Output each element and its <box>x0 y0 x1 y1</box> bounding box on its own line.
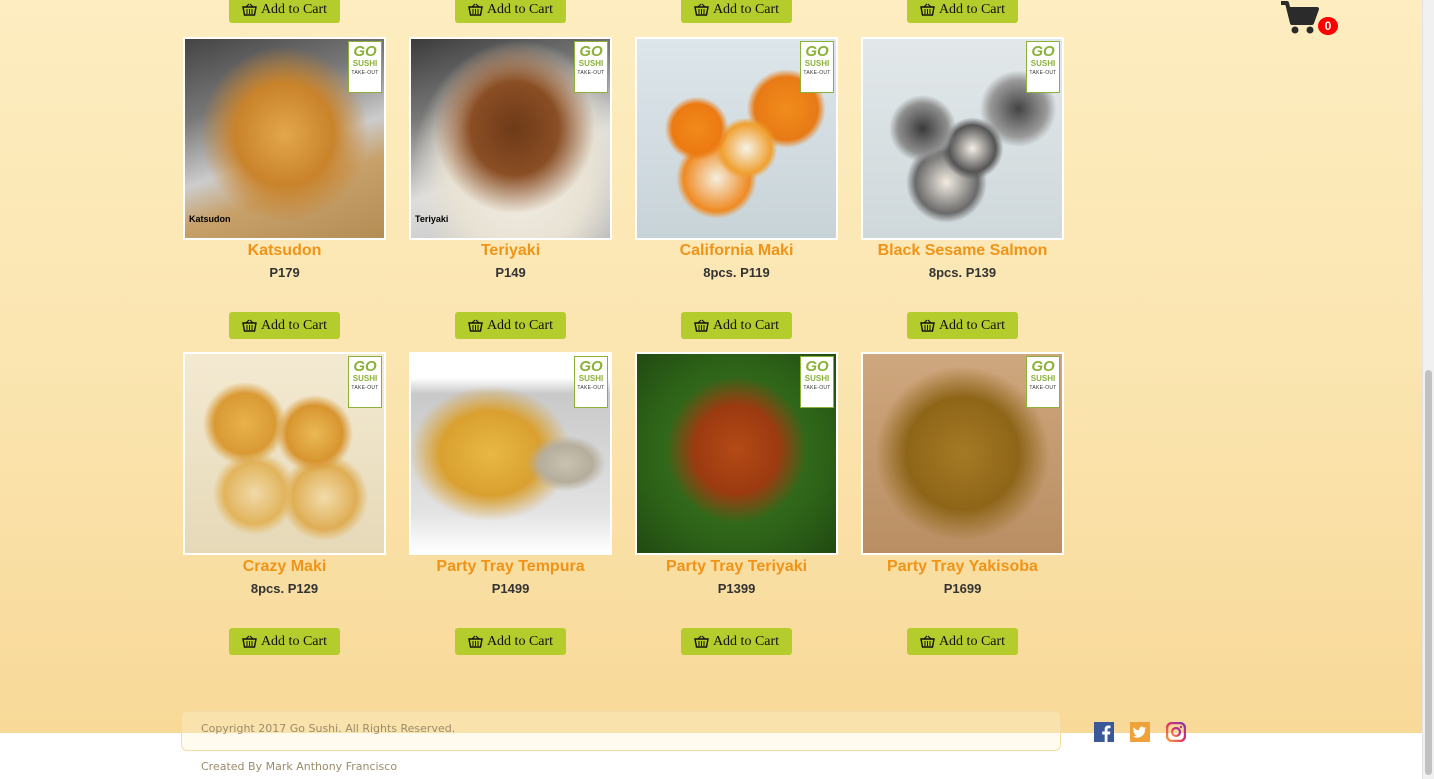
basket-icon <box>242 635 257 648</box>
product-image-party-tray-tempura[interactable]: GO SUSHI TAKE-OUT <box>409 352 612 555</box>
product-image-black-sesame-salmon[interactable]: GO SUSHI TAKE-OUT <box>861 37 1064 240</box>
basket-icon <box>694 319 709 332</box>
add-to-cart-button[interactable]: Add to Cart <box>681 628 792 655</box>
product-name[interactable]: Party Tray Yakisoba <box>861 558 1064 576</box>
go-sushi-logo: GO SUSHI TAKE-OUT <box>800 356 834 408</box>
product-image-party-tray-yakisoba[interactable]: GO SUSHI TAKE-OUT <box>861 352 1064 555</box>
product-price: 8pcs. P119 <box>703 265 770 280</box>
instagram-icon[interactable] <box>1166 722 1186 742</box>
facebook-icon[interactable] <box>1094 722 1114 742</box>
product-name[interactable]: Black Sesame Salmon <box>861 242 1064 260</box>
add-to-cart-button[interactable]: Add to Cart <box>229 628 340 655</box>
product-image-crazy-maki[interactable]: GO SUSHI TAKE-OUT <box>183 352 386 555</box>
product-image-party-tray-teriyaki[interactable]: GO SUSHI TAKE-OUT <box>635 352 838 555</box>
add-to-cart-label: Add to Cart <box>938 1 1006 17</box>
go-sushi-logo: GO SUSHI TAKE-OUT <box>348 41 382 93</box>
add-to-cart-label: Add to Cart <box>712 1 780 17</box>
go-sushi-logo: GO SUSHI TAKE-OUT <box>800 41 834 93</box>
add-to-cart-button[interactable]: Add to Cart <box>907 0 1018 23</box>
add-to-cart-label: Add to Cart <box>486 633 554 649</box>
product-name[interactable]: Crazy Maki <box>183 558 386 576</box>
product-name[interactable]: Teriyaki <box>409 242 612 260</box>
vertical-scrollbar[interactable] <box>1422 0 1434 779</box>
product-image-california-maki[interactable]: GO SUSHI TAKE-OUT <box>635 37 838 240</box>
product-name[interactable]: Party Tray Tempura <box>409 558 612 576</box>
product-price: P1499 <box>491 581 530 596</box>
scrollbar-thumb[interactable] <box>1425 370 1432 775</box>
add-to-cart-button[interactable]: Add to Cart <box>229 312 340 339</box>
cart-count-badge: 0 <box>1318 17 1338 35</box>
add-to-cart-button[interactable]: Add to Cart <box>229 0 340 23</box>
product-name[interactable]: Katsudon <box>183 242 386 260</box>
go-sushi-logo: GO SUSHI TAKE-OUT <box>348 356 382 408</box>
add-to-cart-label: Add to Cart <box>486 317 554 333</box>
go-sushi-logo: GO SUSHI TAKE-OUT <box>1026 41 1060 93</box>
product-name[interactable]: California Maki <box>635 242 838 260</box>
product-price: P149 <box>495 265 526 280</box>
product-name[interactable]: Party Tray Teriyaki <box>635 558 838 576</box>
add-to-cart-label: Add to Cart <box>938 633 1006 649</box>
add-to-cart-button[interactable]: Add to Cart <box>455 312 566 339</box>
go-sushi-logo: GO SUSHI TAKE-OUT <box>574 356 608 408</box>
add-to-cart-button[interactable]: Add to Cart <box>455 628 566 655</box>
add-to-cart-button[interactable]: Add to Cart <box>907 628 1018 655</box>
image-caption: Katsudon <box>189 214 231 224</box>
basket-icon <box>694 3 709 16</box>
add-to-cart-button[interactable]: Add to Cart <box>681 0 792 23</box>
add-to-cart-button[interactable]: Add to Cart <box>907 312 1018 339</box>
basket-icon <box>242 319 257 332</box>
basket-icon <box>242 3 257 16</box>
cart[interactable]: 0 <box>1280 0 1340 36</box>
product-image-teriyaki[interactable]: GO SUSHI TAKE-OUT Teriyaki <box>409 37 612 240</box>
add-to-cart-label: Add to Cart <box>938 317 1006 333</box>
basket-icon <box>694 635 709 648</box>
basket-icon <box>920 319 935 332</box>
twitter-icon[interactable] <box>1130 722 1150 742</box>
product-image-katsudon[interactable]: GO SUSHI TAKE-OUT Katsudon <box>183 37 386 240</box>
add-to-cart-button[interactable]: Add to Cart <box>455 0 566 23</box>
add-to-cart-button[interactable]: Add to Cart <box>681 312 792 339</box>
product-price: P1399 <box>717 581 756 596</box>
creator-credit: Created By Mark Anthony Francisco <box>201 760 398 773</box>
basket-icon <box>920 3 935 16</box>
product-price: 8pcs. P129 <box>250 581 319 596</box>
add-to-cart-label: Add to Cart <box>486 1 554 17</box>
product-price: 8pcs. P139 <box>928 265 997 280</box>
add-to-cart-label: Add to Cart <box>260 1 328 17</box>
basket-icon <box>468 3 483 16</box>
go-sushi-logo: GO SUSHI TAKE-OUT <box>1026 356 1060 408</box>
basket-icon <box>468 635 483 648</box>
add-to-cart-label: Add to Cart <box>260 317 328 333</box>
add-to-cart-label: Add to Cart <box>260 633 328 649</box>
basket-icon <box>468 319 483 332</box>
image-caption: Teriyaki <box>415 214 449 224</box>
add-to-cart-label: Add to Cart <box>712 633 780 649</box>
go-sushi-logo: GO SUSHI TAKE-OUT <box>574 41 608 93</box>
basket-icon <box>920 635 935 648</box>
add-to-cart-label: Add to Cart <box>712 317 780 333</box>
product-price: P1699 <box>943 581 982 596</box>
cart-icon <box>1281 1 1319 34</box>
product-price: P179 <box>269 265 300 280</box>
copyright-text: Copyright 2017 Go Sushi. All Rights Rese… <box>201 722 456 735</box>
